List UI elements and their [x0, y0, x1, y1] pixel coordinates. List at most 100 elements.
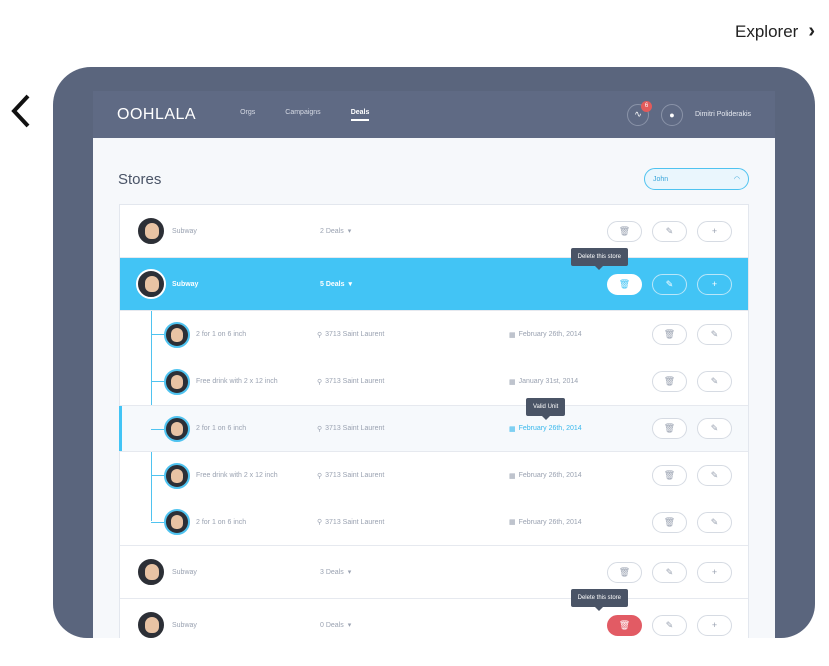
nav-campaigns[interactable]: Campaigns: [285, 109, 320, 121]
deal-title: 2 for 1 on 6 inch: [196, 425, 247, 432]
edit-icon: ✎: [710, 376, 719, 386]
nav-orgs[interactable]: Orgs: [240, 109, 255, 121]
avatar: [164, 368, 190, 395]
activity-button[interactable]: ∿ 6: [626, 100, 652, 126]
brand-logo[interactable]: OOHLALA: [117, 106, 196, 124]
plus-icon: +: [711, 620, 718, 630]
delete-deal-button[interactable]: 🗑: [652, 511, 687, 533]
avatar: [164, 462, 190, 489]
delete-store-button[interactable]: 🗑: [607, 220, 642, 242]
deal-row[interactable]: Free drink with 2 x 12 inch ⚲ 3713 Saint …: [120, 452, 748, 499]
delete-store-button[interactable]: 🗑: [607, 273, 642, 295]
user-name[interactable]: Dimitri Poliderakis: [695, 111, 751, 118]
edit-deal-button[interactable]: ✎: [697, 371, 732, 392]
calendar-icon: ▦: [509, 519, 516, 526]
store-row[interactable]: Subway 3 Deals ▾ 🗑 ✎ +: [120, 546, 748, 599]
caret-down-icon: ▾: [348, 281, 353, 288]
chevron-right-icon: ›: [808, 20, 815, 42]
trash-icon: 🗑: [663, 423, 676, 433]
add-deal-button[interactable]: +: [697, 614, 732, 636]
stores-header: Stores John ◠: [93, 138, 775, 204]
search-value: John: [653, 175, 669, 183]
delete-store-button[interactable]: 🗑: [607, 614, 642, 636]
deal-title: Free drink with 2 x 12 inch: [196, 378, 278, 385]
edit-store-button[interactable]: ✎: [652, 273, 687, 295]
explorer-link[interactable]: Explorer ›: [735, 20, 815, 43]
deal-location: ⚲ 3713 Saint Laurent: [317, 331, 509, 339]
main-nav: Orgs Campaigns Deals: [240, 109, 370, 121]
delete-deal-button[interactable]: 🗑: [652, 371, 687, 392]
deal-location: ⚲ 3713 Saint Laurent: [317, 378, 509, 386]
edit-icon: ✎: [710, 470, 719, 480]
top-navbar: OOHLALA Orgs Campaigns Deals ∿ 6 ● Dimit…: [93, 91, 775, 138]
deal-location: ⚲ 3713 Saint Laurent: [317, 425, 509, 433]
location-text: 3713 Saint Laurent: [325, 472, 385, 479]
trash-icon: 🗑: [618, 278, 631, 289]
delete-deal-button[interactable]: 🗑: [652, 324, 687, 345]
deals-dropdown[interactable]: 5 Deals ▾: [320, 280, 580, 289]
nav-deals[interactable]: Deals: [350, 109, 370, 121]
delete-deal-button[interactable]: 🗑: [652, 465, 687, 486]
calendar-icon: ▦: [509, 378, 516, 386]
row-actions: 🗑 ✎ +: [607, 561, 732, 583]
edit-deal-button[interactable]: ✎: [697, 465, 732, 486]
trash-icon: 🗑: [663, 516, 676, 527]
date-text: February 26th, 2014: [518, 472, 582, 479]
deal-row[interactable]: 2 for 1 on 6 inch ⚲ 3713 Saint Laurent ▦ F…: [120, 499, 748, 546]
delete-deal-button[interactable]: 🗑: [652, 418, 687, 439]
date-text: February 26th, 2014: [518, 331, 582, 338]
edit-store-button[interactable]: ✎: [652, 561, 687, 583]
deal-title: 2 for 1 on 6 inch: [196, 331, 247, 338]
deal-location: ⚲ 3713 Saint Laurent: [317, 472, 509, 480]
delete-store-button[interactable]: 🗑: [607, 561, 642, 583]
edit-deal-button[interactable]: ✎: [697, 324, 732, 345]
deals-dropdown[interactable]: 0 Deals ▾: [320, 621, 580, 630]
deal-date[interactable]: ▦ February 26th, 2014: [509, 425, 647, 433]
location-text: 3713 Saint Laurent: [325, 425, 385, 432]
deal-row[interactable]: Free drink with 2 x 12 inch ⚲ 3713 Saint …: [120, 358, 748, 405]
store-name: Subway: [172, 621, 197, 629]
row-actions: 🗑 ✎: [652, 511, 732, 533]
user-avatar-button[interactable]: ●: [660, 103, 683, 126]
add-deal-button[interactable]: +: [697, 561, 732, 583]
location-text: 3713 Saint Laurent: [325, 518, 385, 526]
app-screen: OOHLALA Orgs Campaigns Deals ∿ 6 ● Dimit…: [93, 91, 775, 638]
search-input[interactable]: John ◠: [644, 168, 749, 190]
trash-icon: 🗑: [618, 566, 631, 577]
store-row[interactable]: Subway 0 Deals ▾ 🗑 ✎ + Delete this store: [120, 589, 748, 638]
deal-date: ▦ February 26th, 2014: [509, 518, 647, 527]
caret-down-icon: ▾: [347, 569, 352, 576]
edit-deal-button[interactable]: ✎: [697, 511, 732, 533]
store-name: Subway: [172, 280, 199, 288]
store-row[interactable]: Subway 2 Deals ▾ 🗑 ✎ +: [120, 205, 748, 258]
trash-icon: 🗑: [618, 619, 631, 630]
deal-date: ▦ February 26th, 2014: [509, 331, 647, 339]
add-deal-button[interactable]: +: [697, 220, 732, 242]
caret-down-icon: ▾: [347, 228, 352, 235]
deals-dropdown[interactable]: 3 Deals ▾: [320, 568, 580, 577]
location-text: 3713 Saint Laurent: [325, 378, 385, 385]
deal-row-highlighted[interactable]: 2 for 1 on 6 inch ⚲ 3713 Saint Laurent ▦ F…: [119, 398, 748, 452]
location-text: 3713 Saint Laurent: [325, 331, 385, 338]
tablet-frame: OOHLALA Orgs Campaigns Deals ∿ 6 ● Dimit…: [53, 67, 815, 638]
store-row-selected[interactable]: Subway 5 Deals ▾ 🗑 ✎ + Delete this store: [120, 248, 748, 311]
tree-branch: [151, 429, 164, 430]
edit-store-button[interactable]: ✎: [652, 614, 687, 636]
back-arrow-icon[interactable]: [10, 92, 32, 135]
stores-list: Subway 2 Deals ▾ 🗑 ✎ + Subway 5 Deals ▾ 🗑 …: [119, 204, 749, 638]
edit-deal-button[interactable]: ✎: [697, 418, 732, 439]
edit-store-button[interactable]: ✎: [652, 220, 687, 242]
calendar-icon: ▦: [509, 425, 516, 433]
edit-icon: ✎: [710, 516, 719, 527]
deal-location: ⚲ 3713 Saint Laurent: [317, 518, 509, 527]
date-text: February 26th, 2014: [518, 425, 582, 432]
avatar: [164, 415, 190, 442]
deals-count: 2 Deals: [320, 227, 344, 235]
deals-dropdown[interactable]: 2 Deals ▾: [320, 227, 580, 236]
deal-row[interactable]: 2 for 1 on 6 inch ⚲ 3713 Saint Laurent ▦ F…: [120, 311, 748, 358]
avatar: [164, 321, 190, 348]
edit-icon: ✎: [665, 278, 674, 289]
avatar: [164, 509, 190, 535]
add-deal-button[interactable]: +: [697, 273, 732, 295]
deal-title: 2 for 1 on 6 inch: [196, 518, 247, 526]
